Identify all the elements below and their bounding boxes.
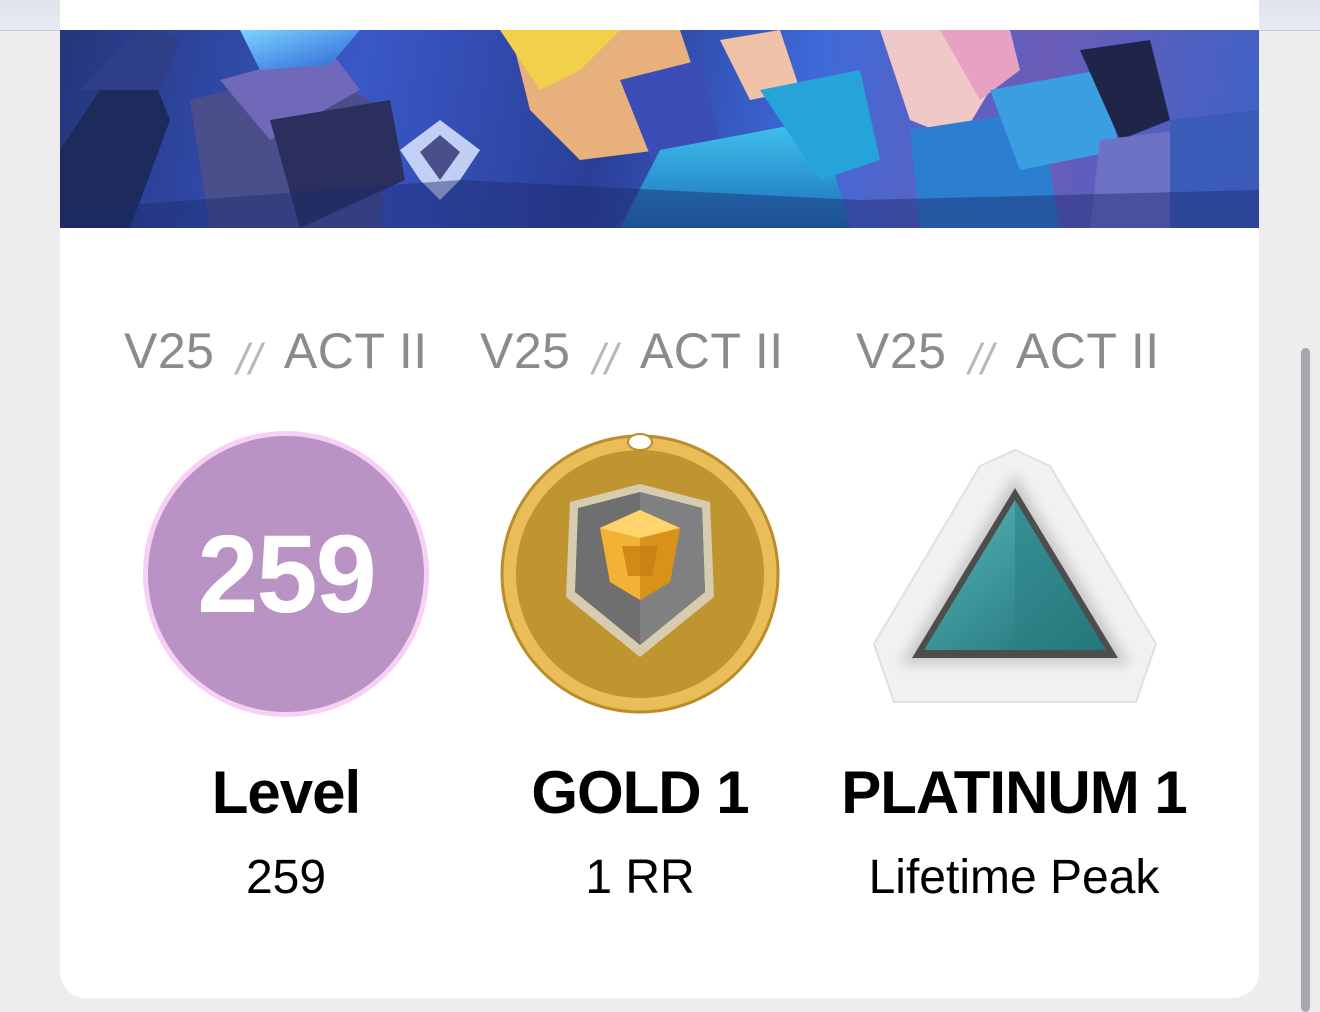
gold-rank-icon — [500, 433, 780, 714]
level-title: Level — [211, 759, 361, 826]
level-badge-number: 259 — [197, 512, 377, 636]
separator-text: // — [236, 335, 262, 384]
season-text: V25 — [856, 323, 947, 379]
level-value: 259 — [245, 851, 327, 904]
season-text: V25 — [124, 323, 215, 379]
separator-text: // — [592, 335, 618, 384]
player-card-banner — [60, 30, 1259, 228]
current-rank-title: GOLD 1 — [531, 759, 749, 826]
peak-rank-title: PLATINUM 1 — [841, 759, 1188, 826]
act-text: ACT II — [283, 323, 428, 379]
peak-rank-label: Lifetime Peak — [868, 851, 1160, 904]
season-act-label: V25 // ACT II — [124, 322, 428, 384]
rank-rating: 1 RR — [585, 851, 695, 904]
season-act-label: V25 // ACT II — [480, 322, 784, 384]
season-act-label: V25 // ACT II — [856, 322, 1160, 384]
level-badge: 259 — [143, 431, 429, 717]
season-text: V25 — [480, 323, 571, 379]
vertical-scrollbar[interactable] — [1301, 348, 1310, 1012]
act-text: ACT II — [1015, 323, 1160, 379]
separator-text: // — [968, 335, 994, 384]
act-text: ACT II — [639, 323, 784, 379]
platinum-rank-icon — [872, 448, 1158, 703]
